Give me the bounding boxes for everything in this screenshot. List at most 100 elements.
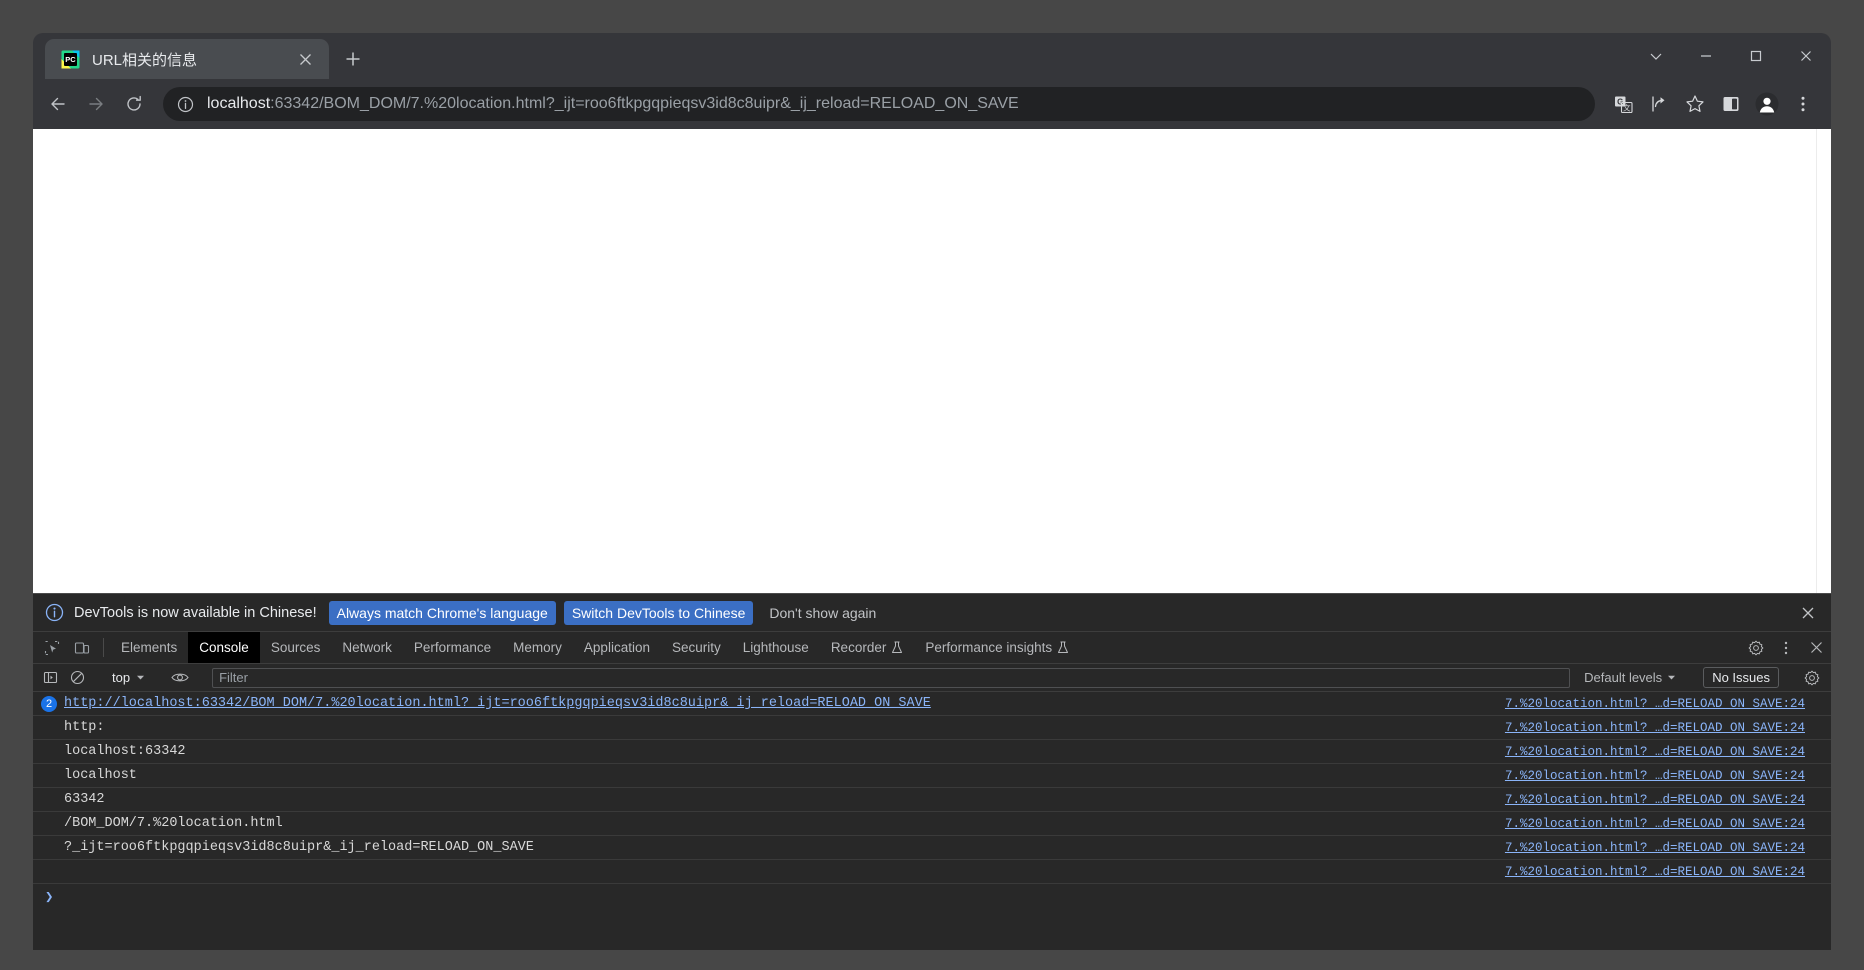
devtools-tab-label: Lighthouse <box>742 640 809 655</box>
console-row[interactable]: ?_ijt=roo6ftkpgqpieqsv3id8c8uipr&_ij_rel… <box>33 836 1831 860</box>
infobar-close-icon[interactable] <box>1795 600 1821 626</box>
console-row[interactable]: http: 7.%20location.html?_…d=RELOAD_ON_SA… <box>33 716 1831 740</box>
console-message-list[interactable]: 2 http://localhost:63342/BOM_DOM/7.%20loc… <box>33 692 1831 950</box>
close-window-icon[interactable] <box>1781 33 1831 79</box>
clear-console-icon[interactable] <box>64 666 91 690</box>
devtools-tab-label: Network <box>342 640 392 655</box>
new-tab-button[interactable] <box>335 41 371 77</box>
devtools-tab-label: Performance insights <box>925 640 1053 655</box>
console-sidebar-toggle-icon[interactable] <box>37 666 64 690</box>
console-message-text: localhost:63342 <box>64 744 186 759</box>
chevron-down-icon <box>1668 675 1676 680</box>
console-row[interactable]: 63342 7.%20location.html?_…d=RELOAD_ON_SA… <box>33 788 1831 812</box>
console-settings-gear-icon[interactable] <box>1798 666 1825 690</box>
always-match-chrome-language-button[interactable]: Always match Chrome's language <box>328 600 556 625</box>
console-source-link[interactable]: 7.%20location.html?_…d=RELOAD_ON_SAVE:24 <box>1505 769 1831 783</box>
translate-icon[interactable]: G 文 <box>1605 86 1641 122</box>
console-message-text: /BOM_DOM/7.%20location.html <box>64 816 283 831</box>
console-row[interactable]: /BOM_DOM/7.%20location.html 7.%20location… <box>33 812 1831 836</box>
devtools-settings-gear-icon[interactable] <box>1741 639 1771 656</box>
share-icon[interactable] <box>1641 86 1677 122</box>
console-filter-input[interactable] <box>212 667 1571 688</box>
chrome-menu-icon[interactable] <box>1785 86 1821 122</box>
maximize-icon[interactable] <box>1731 33 1781 79</box>
browser-toolbar: localhost:63342/BOM_DOM/7.%20location.ht… <box>33 79 1831 129</box>
minimize-icon[interactable] <box>1681 33 1731 79</box>
console-context-label: top <box>112 670 131 685</box>
devtools-tab-list: Elements Console Sources Network Performance… <box>110 632 1080 663</box>
inspect-element-icon[interactable] <box>37 632 67 663</box>
console-log-levels-selector[interactable]: Default levels <box>1576 670 1684 685</box>
console-levels-label: Default levels <box>1584 670 1663 685</box>
devtools-tabbar: Elements Console Sources Network Performance… <box>33 632 1831 664</box>
live-expression-eye-icon[interactable] <box>166 666 193 690</box>
window-controls <box>1631 33 1831 79</box>
devtools-tab-memory[interactable]: Memory <box>502 632 573 663</box>
console-context-selector[interactable]: top <box>104 670 153 685</box>
tab-close-icon[interactable] <box>293 47 317 71</box>
chevron-down-icon[interactable] <box>1631 33 1681 79</box>
console-message-link[interactable]: http://localhost:63342/BOM_DOM/7.%20loca… <box>64 696 1505 711</box>
console-source-link[interactable]: 7.%20location.html?_…d=RELOAD_ON_SAVE:24 <box>1505 865 1831 879</box>
infobar-message: DevTools is now available in Chinese! <box>74 604 317 621</box>
devtools-tab-label: Memory <box>513 640 562 655</box>
url-host: localhost <box>207 95 271 112</box>
experiment-flask-icon <box>1058 641 1069 653</box>
page-viewport[interactable] <box>33 129 1831 593</box>
tabbar-divider <box>103 638 104 657</box>
console-message-text: http: <box>64 720 105 735</box>
console-source-link[interactable]: 7.%20location.html?_…d=RELOAD_ON_SAVE:24 <box>1505 745 1831 759</box>
console-source-link[interactable]: 7.%20location.html?_…d=RELOAD_ON_SAVE:24 <box>1505 697 1831 711</box>
console-prompt-caret: ❯ <box>45 889 54 906</box>
dont-show-again-button[interactable]: Don't show again <box>761 601 884 625</box>
forward-icon[interactable] <box>77 85 115 123</box>
devtools-tab-recorder[interactable]: Recorder <box>820 632 915 663</box>
devtools-tab-network[interactable]: Network <box>331 632 403 663</box>
devtools-tabbar-actions <box>1728 632 1831 663</box>
url-path: :63342/BOM_DOM/7.%20location.html?_ijt=r… <box>270 95 1019 112</box>
reload-icon[interactable] <box>115 85 153 123</box>
console-row[interactable]: 7.%20location.html?_…d=RELOAD_ON_SAVE:24 <box>33 860 1831 884</box>
devtools-close-icon[interactable] <box>1801 640 1831 655</box>
console-message-text: 63342 <box>64 792 105 807</box>
console-source-link[interactable]: 7.%20location.html?_…d=RELOAD_ON_SAVE:24 <box>1505 793 1831 807</box>
console-row[interactable]: localhost:63342 7.%20location.html?_…d=RE… <box>33 740 1831 764</box>
console-source-link[interactable]: 7.%20location.html?_…d=RELOAD_ON_SAVE:24 <box>1505 721 1831 735</box>
devtools-tab-performance[interactable]: Performance <box>403 632 502 663</box>
devtools-tab-label: Application <box>583 640 650 655</box>
devtools-tab-performance-insights[interactable]: Performance insights <box>914 632 1080 663</box>
devtools-tab-elements[interactable]: Elements <box>110 632 188 663</box>
device-toolbar-icon[interactable] <box>67 632 97 663</box>
devtools-tab-label: Sources <box>270 640 321 655</box>
devtools-panel: DevTools is now available in Chinese! Al… <box>33 593 1831 950</box>
console-toolbar: top Default levels No Issues <box>33 664 1831 692</box>
info-icon <box>45 603 64 622</box>
page-scrollbar[interactable] <box>1816 129 1831 593</box>
devtools-tab-console[interactable]: Console <box>188 632 260 663</box>
devtools-tab-security[interactable]: Security <box>661 632 732 663</box>
devtools-tab-label: Performance <box>413 640 492 655</box>
svg-text:PC: PC <box>65 55 76 64</box>
side-panel-icon[interactable] <box>1713 86 1749 122</box>
profile-icon[interactable] <box>1749 86 1785 122</box>
console-source-link[interactable]: 7.%20location.html?_…d=RELOAD_ON_SAVE:24 <box>1505 817 1831 831</box>
console-row[interactable]: 2 http://localhost:63342/BOM_DOM/7.%20loc… <box>33 692 1831 716</box>
console-prompt[interactable]: ❯ <box>33 884 1831 910</box>
devtools-tab-lighthouse[interactable]: Lighthouse <box>732 632 820 663</box>
bookmark-star-icon[interactable] <box>1677 86 1713 122</box>
console-source-link[interactable]: 7.%20location.html?_…d=RELOAD_ON_SAVE:24 <box>1505 841 1831 855</box>
browser-tab[interactable]: PC URL相关的信息 <box>45 39 329 79</box>
console-row[interactable]: localhost 7.%20location.html?_…d=RELOAD_O… <box>33 764 1831 788</box>
browser-window: PC URL相关的信息 localhost:63342/BOM_DOM/7.%2… <box>33 33 1831 950</box>
console-message-text: localhost <box>64 768 137 783</box>
devtools-tab-label: Recorder <box>830 640 887 655</box>
tab-title: URL相关的信息 <box>92 51 198 69</box>
devtools-more-options-icon[interactable] <box>1771 640 1801 656</box>
address-bar[interactable]: localhost:63342/BOM_DOM/7.%20location.ht… <box>163 87 1595 121</box>
issues-button[interactable]: No Issues <box>1703 667 1779 688</box>
switch-devtools-to-chinese-button[interactable]: Switch DevTools to Chinese <box>563 600 754 625</box>
devtools-tab-sources[interactable]: Sources <box>260 632 332 663</box>
back-icon[interactable] <box>39 85 77 123</box>
devtools-tab-application[interactable]: Application <box>573 632 661 663</box>
site-info-icon[interactable] <box>177 96 194 113</box>
